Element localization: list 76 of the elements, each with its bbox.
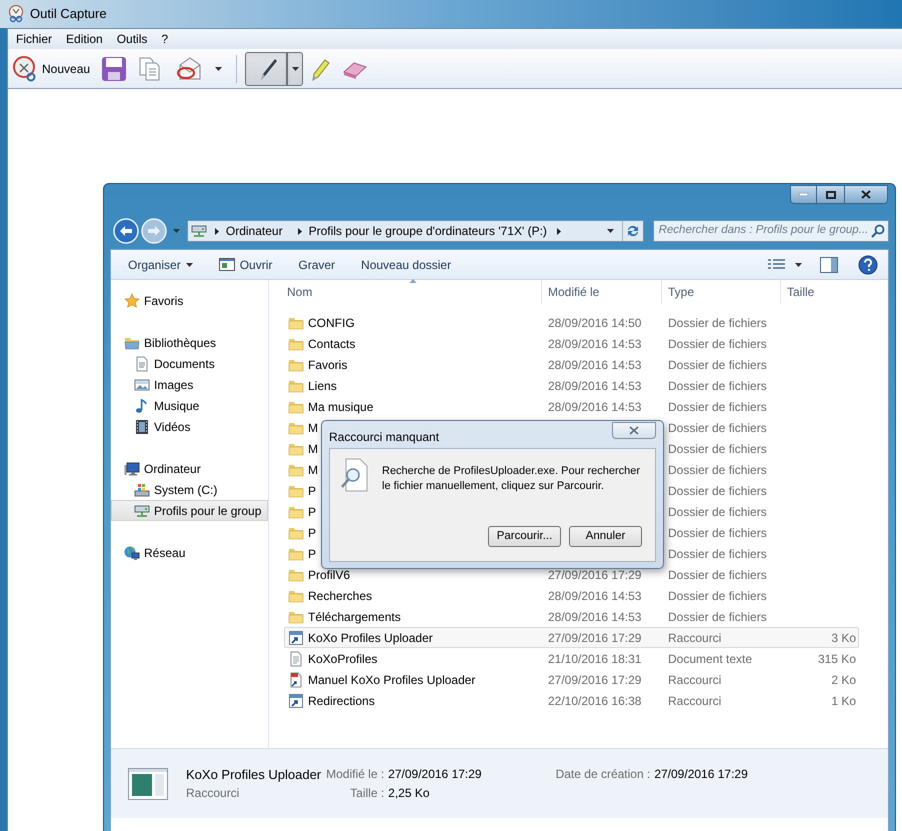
- file-name: P: [308, 524, 316, 542]
- modified-date: 27/09/2016 17:29: [548, 630, 642, 644]
- modified-date: 28/09/2016 14:53: [548, 610, 642, 624]
- file-name: Liens: [308, 378, 337, 394]
- sidebar-label: Images: [154, 376, 194, 394]
- file-type: Dossier de fichiers: [668, 442, 767, 456]
- details-value: 2,25 Ko: [388, 784, 431, 802]
- file-type: Dossier de fichiers: [668, 316, 767, 330]
- file-name: Redirections: [308, 692, 375, 710]
- file-type: Dossier de fichiers: [668, 588, 767, 602]
- new-button-label: Nouveau: [42, 60, 90, 78]
- file-size: 315 Ko: [818, 650, 856, 668]
- details-value: 27/09/2016 17:29: [654, 766, 748, 782]
- file-type: Raccourci: [668, 694, 722, 708]
- file-name: CONFIG: [308, 314, 355, 332]
- file-name: KoXo Profiles Uploader: [308, 630, 433, 646]
- file-name: P: [308, 482, 316, 500]
- file-name: Téléchargements: [308, 608, 401, 626]
- file-name: Contacts: [308, 336, 356, 352]
- file-name: M: [308, 420, 318, 436]
- file-name: M: [308, 462, 318, 478]
- sidebar-label: Ordinateur: [144, 460, 201, 478]
- details-label: Date de création :: [556, 766, 650, 782]
- details-name: KoXo Profiles Uploader: [186, 766, 322, 784]
- modified-date: 28/09/2016 14:53: [548, 400, 642, 414]
- file-type: Dossier de fichiers: [668, 610, 767, 624]
- file-type: Raccourci: [668, 630, 722, 644]
- file-type: Dossier de fichiers: [668, 378, 767, 392]
- sidebar-label: Réseau: [144, 544, 186, 562]
- file-name: Manuel KoXo Profiles Uploader: [308, 672, 476, 688]
- file-type: Dossier de fichiers: [668, 358, 767, 372]
- details-label: Taille :: [349, 784, 384, 802]
- file-name: P: [308, 546, 316, 562]
- modified-date: 28/09/2016 14:53: [548, 336, 642, 350]
- file-name: M: [308, 440, 318, 458]
- sidebar-label: Profils pour le group: [154, 502, 262, 520]
- file-type: Raccourci: [668, 672, 722, 686]
- modified-date: 21/10/2016 18:31: [548, 652, 642, 666]
- details-label: Modifié le :: [326, 766, 384, 782]
- file-type: Dossier de fichiers: [668, 546, 767, 560]
- file-name: P: [308, 504, 316, 520]
- modified-date: 28/09/2016 14:50: [548, 316, 642, 330]
- file-size: 2 Ko: [831, 672, 856, 688]
- file-type: Dossier de fichiers: [668, 336, 767, 350]
- dialog-message: Recherche de ProfilesUploader.exe. Pour rechercher le fichier manuellement, cliquez sur Parcourir.: [382, 464, 642, 494]
- window-title: Outil Capture: [30, 5, 107, 24]
- modified-date: 22/10/2016 16:38: [548, 694, 642, 708]
- dialog-title: Raccourci manquant: [329, 429, 440, 446]
- file-name: KoXoProfiles: [308, 650, 378, 668]
- sidebar-label: Vidéos: [154, 418, 190, 436]
- file-type: Dossier de fichiers: [668, 484, 767, 498]
- file-type: Dossier de fichiers: [668, 504, 767, 518]
- file-type: Dossier de fichiers: [668, 568, 767, 582]
- file-type: Document texte: [668, 652, 752, 666]
- modified-date: 28/09/2016 14:53: [548, 358, 642, 372]
- details-value: 27/09/2016 17:29: [388, 766, 482, 782]
- file-name: Recherches: [308, 588, 372, 604]
- modified-date: 27/09/2016 17:29: [548, 672, 642, 686]
- file-name: ProfilV6: [308, 566, 350, 584]
- sidebar-label: Favoris: [144, 292, 184, 310]
- file-type: Dossier de fichiers: [668, 526, 767, 540]
- modified-date: 28/09/2016 14:53: [548, 588, 642, 602]
- sidebar-label: Bibliothèques: [144, 334, 216, 352]
- file-name: Ma musique: [308, 398, 374, 416]
- modified-date: 28/09/2016 14:53: [548, 378, 642, 392]
- sidebar-label: Documents: [154, 356, 215, 372]
- sidebar-label: Musique: [154, 398, 200, 414]
- file-size: 3 Ko: [831, 630, 856, 646]
- modified-date: 27/09/2016 17:29: [548, 568, 642, 582]
- sidebar-label: System (C:): [154, 482, 218, 498]
- details-type: Raccourci: [186, 784, 240, 802]
- file-type: Dossier de fichiers: [668, 400, 767, 414]
- file-type: Dossier de fichiers: [668, 420, 767, 434]
- file-type: Dossier de fichiers: [668, 462, 767, 476]
- file-name: Favoris: [308, 356, 348, 374]
- file-size: 1 Ko: [831, 692, 856, 710]
